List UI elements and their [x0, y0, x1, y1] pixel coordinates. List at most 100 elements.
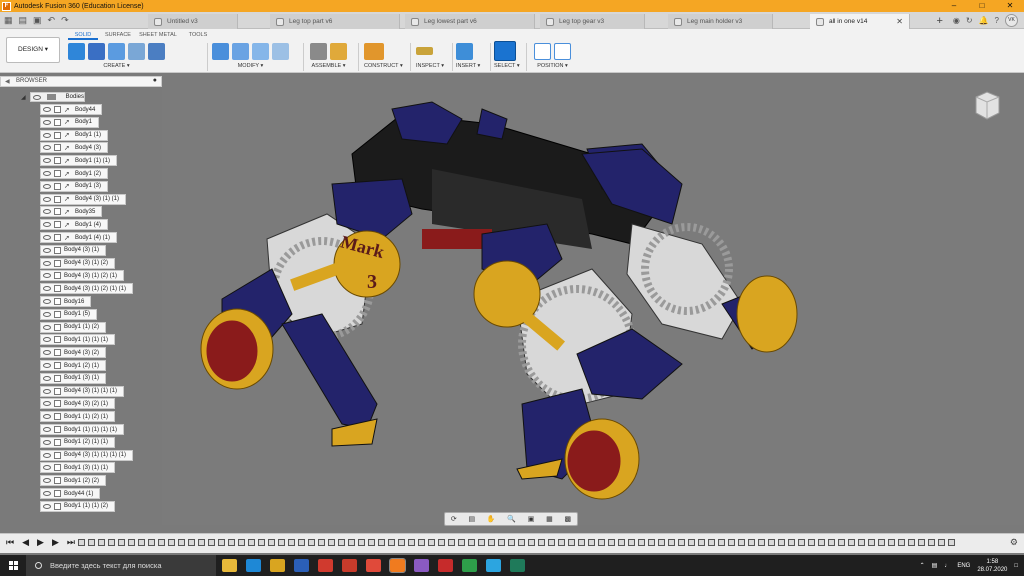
pdf-app-icon[interactable]: [438, 559, 453, 572]
visibility-eye-icon[interactable]: [43, 196, 51, 202]
timeline-feature-icon[interactable]: [818, 539, 825, 546]
show-hidden-icons-icon[interactable]: ⌃: [920, 562, 925, 569]
browser-body-item[interactable]: ➚ Body1 (4): [40, 219, 109, 231]
timeline-feature-icon[interactable]: [628, 539, 635, 546]
browser-body-item[interactable]: Body4 (3) (1) (1) (1): [40, 385, 125, 397]
timeline-feature-icon[interactable]: [368, 539, 375, 546]
timeline-feature-icon[interactable]: [588, 539, 595, 546]
tab-solid[interactable]: SOLID: [68, 31, 98, 40]
visibility-eye-icon[interactable]: [43, 209, 51, 215]
timeline-feature-icon[interactable]: [658, 539, 665, 546]
timeline-feature-icon[interactable]: [678, 539, 685, 546]
browser-body-item[interactable]: Body1 (2) (1): [40, 360, 107, 371]
word-icon[interactable]: [294, 559, 309, 572]
timeline-feature-icon[interactable]: [308, 539, 315, 546]
pin-icon[interactable]: ●: [153, 77, 157, 84]
select-menu-label[interactable]: SELECT ▾: [494, 63, 520, 69]
browser-body-item[interactable]: Body1 (1) (1) (1) (1): [40, 424, 125, 435]
timeline-feature-icon[interactable]: [338, 539, 345, 546]
tab-untitled[interactable]: Untitled v3: [148, 14, 238, 29]
browser-body-item[interactable]: Body44 (1): [40, 488, 101, 499]
timeline-feature-icon[interactable]: [938, 539, 945, 546]
timeline-feature-icon[interactable]: [378, 539, 385, 546]
visibility-eye-icon[interactable]: [43, 363, 51, 368]
joint-icon[interactable]: [310, 42, 327, 60]
timeline-feature-icon[interactable]: [598, 539, 605, 546]
browser-header[interactable]: ◀ BROWSER ●: [0, 76, 162, 87]
browser-body-item[interactable]: ➚ Body1 (1): [40, 129, 109, 141]
visibility-eye-icon[interactable]: [43, 247, 51, 253]
purple-app-icon[interactable]: [414, 559, 429, 572]
grid-settings-icon[interactable]: ▦: [546, 515, 553, 523]
browser-body-item[interactable]: Body4 (3) (1): [40, 244, 107, 256]
timeline-feature-icon[interactable]: [758, 539, 765, 546]
timeline-feature-icon[interactable]: [478, 539, 485, 546]
modify-menu-label[interactable]: MODIFY ▾: [212, 63, 289, 69]
timeline-feature-icon[interactable]: [178, 539, 185, 546]
visibility-eye-icon[interactable]: [43, 299, 51, 304]
fusion-360-icon[interactable]: [389, 558, 406, 573]
redo-icon[interactable]: ↷: [61, 12, 69, 29]
clock[interactable]: 1:58 28.07.2020: [977, 558, 1007, 574]
visibility-eye-icon[interactable]: [43, 401, 51, 407]
visibility-eye-icon[interactable]: [43, 119, 51, 125]
timeline-feature-icon[interactable]: [138, 539, 145, 546]
timeline-feature-icon[interactable]: [468, 539, 475, 546]
tab-leg-top-gear[interactable]: Leg top gear v3: [540, 14, 645, 29]
telegram-icon[interactable]: [486, 559, 501, 572]
edge-icon[interactable]: [246, 559, 261, 572]
fillet-icon[interactable]: [232, 42, 249, 60]
tab-close-icon[interactable]: ✕: [896, 17, 903, 26]
visibility-eye-icon[interactable]: [43, 439, 51, 445]
chamfer-icon[interactable]: [252, 42, 269, 60]
timeline-feature-icon[interactable]: [798, 539, 805, 546]
timeline-feature-icon[interactable]: [688, 539, 695, 546]
visibility-eye-icon[interactable]: [43, 222, 51, 228]
timeline-feature-icon[interactable]: [508, 539, 515, 546]
browser-body-item[interactable]: Body4 (3) (1) (2): [40, 257, 116, 269]
language-indicator[interactable]: ENG: [957, 563, 970, 569]
timeline-feature-icon[interactable]: [618, 539, 625, 546]
timeline-feature-icon[interactable]: [708, 539, 715, 546]
close-icon[interactable]: ✕: [996, 0, 1024, 12]
timeline-feature-icon[interactable]: [878, 539, 885, 546]
visibility-eye-icon[interactable]: [43, 503, 51, 509]
timeline-feature-icon[interactable]: [318, 539, 325, 546]
browser-body-item[interactable]: Body4 (3) (1) (2) (1) (1): [40, 283, 134, 295]
timeline-feature-icon[interactable]: [168, 539, 175, 546]
browser-body-item[interactable]: Body4 (3) (2) (1): [40, 398, 116, 410]
visibility-eye-icon[interactable]: [43, 337, 51, 343]
avatar[interactable]: VK: [1005, 14, 1018, 27]
timeline-feature-icon[interactable]: [128, 539, 135, 546]
play-icon[interactable]: ▶: [37, 537, 44, 548]
timeline-feature-icon[interactable]: [548, 539, 555, 546]
timeline-feature-icon[interactable]: [348, 539, 355, 546]
timeline-feature-icon[interactable]: [228, 539, 235, 546]
timeline-feature-icon[interactable]: [788, 539, 795, 546]
insert-menu-label[interactable]: INSERT ▾: [456, 63, 480, 69]
timeline-feature-icon[interactable]: [218, 539, 225, 546]
browser-body-item[interactable]: Body4 (3) (1) (2) (1): [40, 270, 125, 282]
go-to-end-icon[interactable]: ⏭: [67, 537, 75, 548]
timeline-feature-icon[interactable]: [258, 539, 265, 546]
browser-body-item[interactable]: Body1 (3) (1): [40, 372, 107, 384]
timeline-feature-icon[interactable]: [498, 539, 505, 546]
timeline-feature-icon[interactable]: [298, 539, 305, 546]
pan-icon[interactable]: ✋: [487, 515, 496, 523]
hole-icon[interactable]: [128, 42, 145, 60]
timeline-feature-icon[interactable]: [738, 539, 745, 546]
timeline-feature-icon[interactable]: [888, 539, 895, 546]
timeline-feature-icon[interactable]: [648, 539, 655, 546]
timeline-feature-icon[interactable]: [158, 539, 165, 546]
visibility-eye-icon[interactable]: [43, 388, 51, 394]
browser-body-item[interactable]: ➚ Body1 (3): [40, 180, 109, 192]
browser-body-item[interactable]: Body1 (1) (1) (2): [40, 500, 116, 512]
tab-sheet-metal[interactable]: SHEET METAL: [138, 31, 178, 40]
timeline-feature-icon[interactable]: [668, 539, 675, 546]
visibility-eye-icon[interactable]: [43, 171, 51, 176]
timeline-feature-icon[interactable]: [208, 539, 215, 546]
tab-tools[interactable]: TOOLS: [178, 31, 218, 40]
timeline-feature-icon[interactable]: [328, 539, 335, 546]
timeline-feature-icon[interactable]: [278, 539, 285, 546]
visibility-eye-icon[interactable]: [43, 452, 51, 458]
